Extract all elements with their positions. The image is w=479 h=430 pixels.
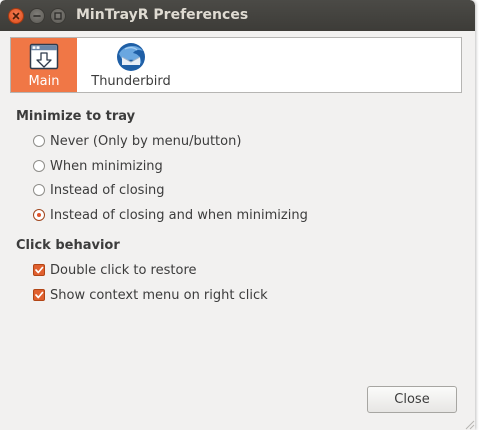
- radio-button[interactable]: [33, 184, 45, 196]
- maximize-icon: [54, 12, 62, 20]
- page-label-thunderbird: Thunderbird: [91, 74, 171, 89]
- click-section-heading: Click behavior: [16, 238, 120, 253]
- thunderbird-icon: [117, 43, 145, 71]
- page-label-main: Main: [28, 74, 60, 89]
- checkmark-icon: [35, 266, 44, 274]
- checkbox-double-click-restore[interactable]: Double click to restore: [33, 261, 197, 279]
- radio-label: Instead of closing: [50, 182, 165, 198]
- checkbox-label: Double click to restore: [50, 262, 197, 278]
- window-title: MinTrayR Preferences: [76, 7, 249, 23]
- checkbox[interactable]: [33, 289, 45, 301]
- maximize-window-button[interactable]: [50, 8, 66, 24]
- radio-closing-and-minimizing[interactable]: Instead of closing and when minimizing: [33, 206, 308, 224]
- page-button-thunderbird[interactable]: Thunderbird: [83, 38, 179, 92]
- radio-button-selected[interactable]: [33, 209, 45, 221]
- radio-instead-of-closing[interactable]: Instead of closing: [33, 181, 165, 199]
- close-icon: [12, 12, 20, 20]
- radio-label: When minimizing: [50, 158, 163, 174]
- resize-grip-icon[interactable]: [463, 418, 475, 430]
- checkbox-label: Show context menu on right click: [50, 287, 268, 303]
- radio-never[interactable]: Never (Only by menu/button): [33, 132, 241, 150]
- minimize-section-heading: Minimize to tray: [16, 109, 136, 124]
- close-button[interactable]: Close: [367, 386, 457, 413]
- checkbox[interactable]: [33, 264, 45, 276]
- radio-label: Never (Only by menu/button): [50, 133, 242, 149]
- checkbox-context-menu-right-click[interactable]: Show context menu on right click: [33, 286, 268, 304]
- radio-label: Instead of closing and when minimizing: [50, 207, 308, 223]
- page-selector: Main Thunderbird: [10, 37, 462, 93]
- radio-when-minimizing[interactable]: When minimizing: [33, 157, 163, 175]
- title-bar[interactable]: MinTrayR Preferences: [0, 0, 475, 31]
- tray-minimize-icon: [29, 43, 59, 70]
- preferences-window: MinTrayR Preferences Main Thunderbird Mi…: [0, 0, 475, 430]
- page-button-main[interactable]: Main: [11, 38, 77, 92]
- checkmark-icon: [35, 291, 44, 299]
- minimize-window-button[interactable]: [29, 8, 45, 24]
- radio-button[interactable]: [33, 135, 45, 147]
- close-window-button[interactable]: [8, 8, 24, 24]
- radio-button[interactable]: [33, 160, 45, 172]
- minimize-icon: [33, 15, 41, 17]
